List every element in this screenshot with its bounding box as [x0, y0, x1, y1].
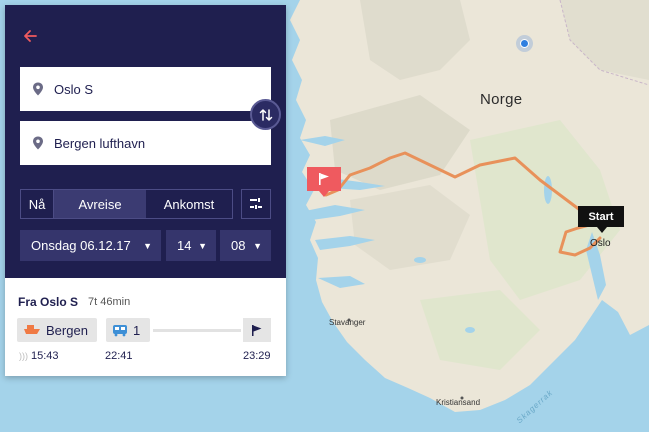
time-arrival-option[interactable]: Ankomst: [146, 190, 232, 218]
leg-destination-chip: [243, 318, 271, 342]
chevron-down-icon: ▼: [143, 240, 152, 251]
swap-vertical-icon: [259, 108, 272, 121]
minute-select[interactable]: 08 ▼: [220, 230, 271, 261]
country-label: Norge: [480, 91, 523, 108]
to-field[interactable]: Bergen lufthavn: [20, 121, 271, 165]
boat-icon: [24, 325, 40, 334]
bus-icon: [113, 324, 127, 336]
realtime-icon: ))): [19, 351, 28, 361]
city-label-oslo: Oslo: [590, 238, 611, 249]
date-select[interactable]: Onsdag 06.12.17 ▼: [20, 230, 161, 261]
filter-icon: [250, 198, 262, 209]
leg-bus-chip: 1: [106, 318, 150, 342]
current-location-dot: [516, 35, 533, 52]
minute-value: 08: [231, 238, 246, 253]
result-title: Fra Oslo S: [18, 295, 79, 309]
leg-connector-line: [153, 329, 241, 332]
city-label-stavanger: Stavanger: [329, 318, 366, 327]
location-pin-icon: [33, 82, 43, 96]
leg-boat-chip: Bergen: [17, 318, 97, 342]
flag-icon: [252, 324, 262, 336]
leg-1-time: ))) 15:43: [19, 350, 59, 362]
chevron-down-icon: ▼: [198, 240, 207, 251]
time-mode-toggle: Nå Avreise Ankomst: [20, 189, 233, 219]
time-departure-option[interactable]: Avreise: [54, 190, 146, 218]
to-value: Bergen lufthavn: [54, 135, 146, 151]
date-value: Onsdag 06.12.17: [31, 238, 131, 253]
leg-2-label: 1: [133, 322, 141, 338]
leg-2-time: 22:41: [105, 350, 133, 362]
from-value: Oslo S: [54, 81, 94, 97]
location-pin-icon: [33, 136, 43, 150]
time-now-option[interactable]: Nå: [21, 190, 54, 218]
from-field[interactable]: Oslo S: [20, 67, 271, 111]
leg-3-time: 23:29: [243, 350, 271, 362]
trip-planner-panel: Oslo S Bergen lufthavn Nå Avreise Ankoms…: [5, 5, 286, 376]
leg-1-label: Bergen: [46, 322, 88, 338]
trip-result-card[interactable]: Fra Oslo S 7t 46min Bergen 1))) 15:43 2…: [5, 278, 286, 376]
hour-value: 14: [177, 238, 192, 253]
result-duration: 7t 46min: [88, 296, 131, 308]
hour-select[interactable]: 14 ▼: [166, 230, 216, 261]
swap-button[interactable]: [250, 99, 281, 130]
city-label-kristiansand: Kristiansand: [436, 398, 481, 407]
back-button[interactable]: [20, 25, 42, 47]
filter-button[interactable]: [241, 189, 271, 219]
arrow-left-icon: [24, 30, 37, 42]
chevron-down-icon: ▼: [253, 240, 262, 251]
start-marker[interactable]: Start: [578, 206, 624, 233]
flag-icon: [318, 173, 329, 185]
destination-marker[interactable]: [307, 167, 341, 197]
